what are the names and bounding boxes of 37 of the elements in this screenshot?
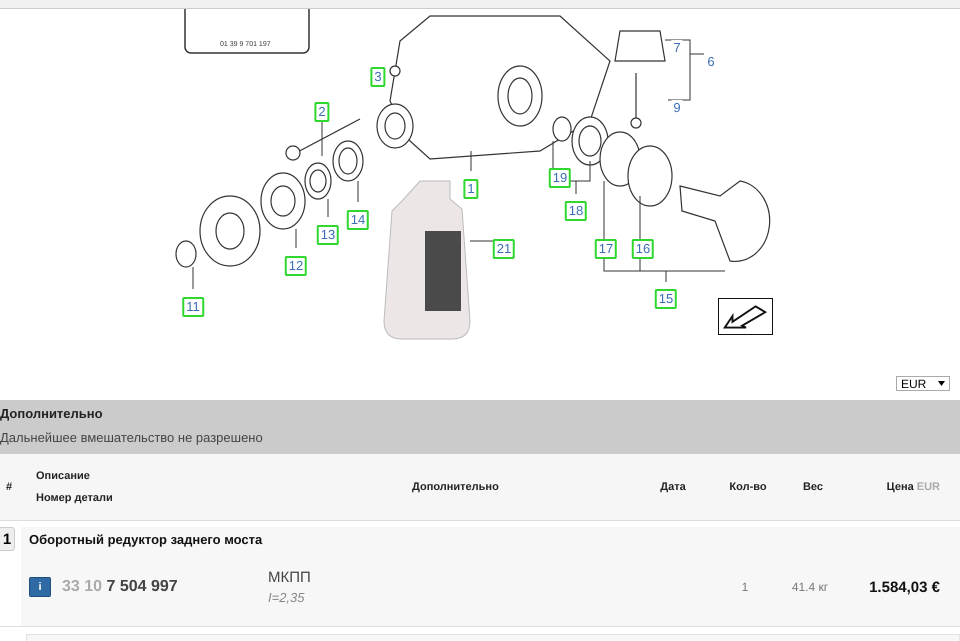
- callout-label[interactable]: 19: [548, 168, 572, 188]
- group-title: Оборотный редуктор заднего моста: [29, 532, 264, 547]
- leader-line: [664, 40, 704, 100]
- callout-label[interactable]: 14: [346, 210, 370, 230]
- column-header: Вес: [802, 481, 824, 493]
- quantity-cell-text: 1: [740, 580, 750, 594]
- leader-line: [470, 240, 494, 242]
- callout-label[interactable]: 13: [316, 225, 340, 245]
- weight-cell-text: 41.4 кг: [790, 580, 830, 594]
- column-header: Дополнительно: [412, 481, 499, 493]
- caret-icon: [938, 381, 945, 386]
- column-header: Кол-во: [729, 481, 767, 493]
- callout-label[interactable]: 17: [594, 239, 618, 259]
- info-button[interactable]: i: [29, 577, 51, 597]
- column-header: Номер детали: [36, 492, 114, 504]
- callout-label[interactable]: 12: [284, 256, 308, 276]
- currency-select[interactable]: EUR: [896, 376, 950, 391]
- ratio-text: I=2,35: [268, 590, 306, 605]
- column-header: #: [6, 481, 12, 493]
- note-text: МКПП: [268, 569, 312, 586]
- notice-title: Дополнительно: [0, 406, 104, 421]
- price-cell-text: 1.584,03 €: [868, 578, 940, 596]
- position-number: 1: [0, 527, 15, 551]
- callout-label[interactable]: 16: [632, 239, 654, 259]
- callout-label[interactable]: 18: [564, 201, 588, 221]
- callout-label[interactable]: 15: [654, 289, 678, 309]
- part-number: 33 10 7 504 997: [62, 578, 178, 596]
- column-header: Цена EUR: [886, 481, 940, 493]
- column-header: Описание: [36, 470, 91, 482]
- notice-text: Дальнейшее вмешательство не разрешено: [0, 430, 264, 445]
- callout-label[interactable]: 2: [314, 102, 330, 122]
- column-header: Дата: [660, 481, 686, 493]
- callout-label[interactable]: 1: [463, 179, 479, 199]
- callout-label[interactable]: 11: [182, 297, 204, 317]
- leader-line: [192, 266, 194, 290]
- callout-label[interactable]: 3: [370, 67, 386, 87]
- callout-label[interactable]: 21: [492, 239, 516, 259]
